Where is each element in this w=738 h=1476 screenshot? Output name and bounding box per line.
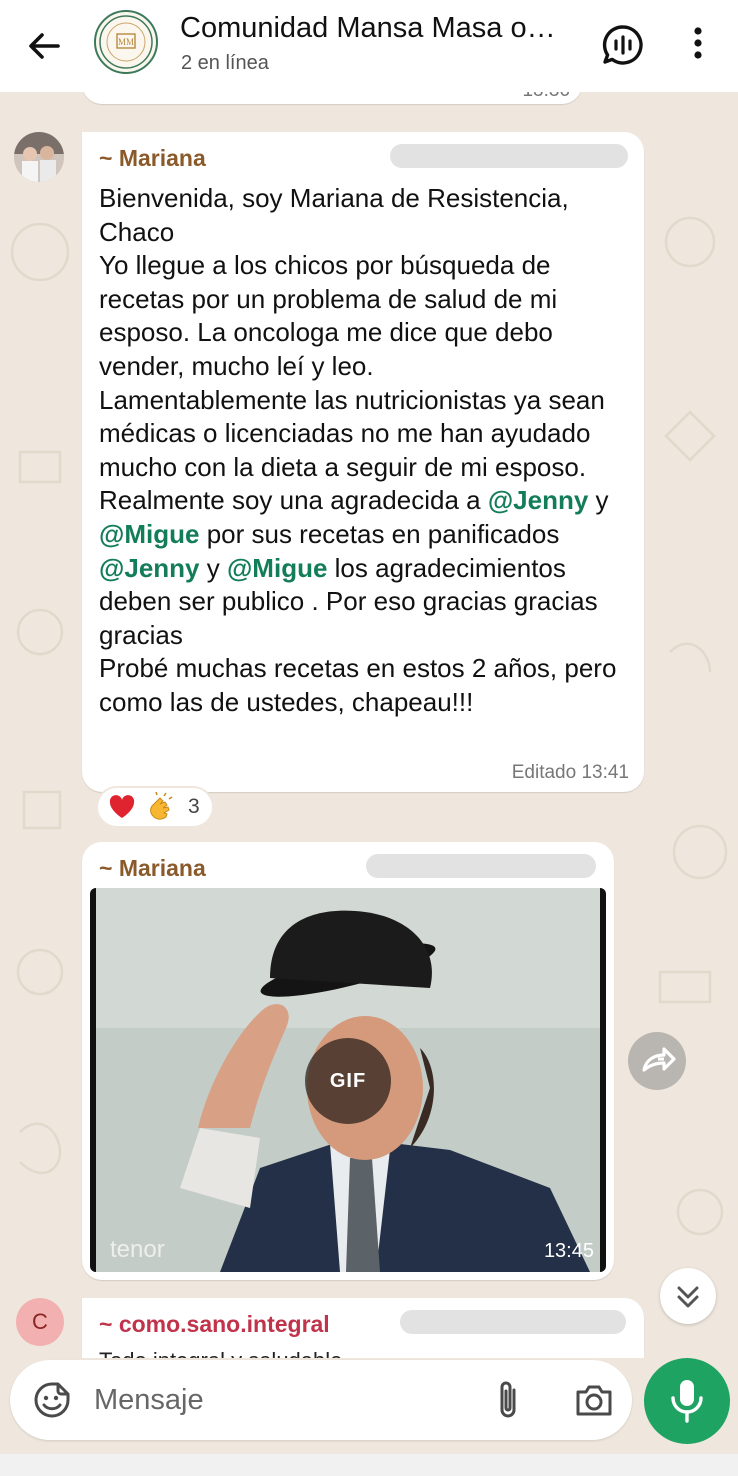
paperclip-icon[interactable] <box>488 1378 528 1422</box>
message-text-segment: y <box>588 485 609 516</box>
message-line: Probé muchas recetas en estos 2 años, pe… <box>99 653 617 717</box>
chat-title[interactable]: Comunidad Mansa Masa o… <box>180 12 556 45</box>
clapping-hands-icon <box>150 792 173 820</box>
mention-jenny[interactable]: @Jenny <box>488 485 589 515</box>
message-text: Bienvenida, soy Mariana de Resistencia, … <box>99 182 639 720</box>
camera-icon[interactable] <box>572 1378 616 1422</box>
compose-bar <box>0 1358 738 1476</box>
group-avatar[interactable]: MM <box>94 10 158 74</box>
sender-name[interactable]: ~ Mariana <box>99 145 206 172</box>
system-nav-bar <box>0 1454 738 1476</box>
mention-jenny[interactable]: @Jenny <box>99 553 200 583</box>
sender-name[interactable]: ~ como.sano.integral <box>99 1311 330 1338</box>
message-time: 13:45 <box>543 1240 594 1262</box>
message-line: Lamentablemente las nutricionistas ya se… <box>99 384 605 482</box>
group-logo-icon: MM <box>99 15 153 69</box>
voice-message-button[interactable] <box>644 1358 730 1444</box>
message-text-segment: y <box>199 552 227 583</box>
message-bubble[interactable]: ~ como.sano.integral Todo integral y sal… <box>82 1298 644 1358</box>
online-status: 2 en línea <box>181 52 269 74</box>
message-text-segment: Realmente soy una agradecida a <box>99 485 488 516</box>
gif-play-badge[interactable]: GIF <box>305 1038 391 1124</box>
scroll-to-bottom-button[interactable] <box>660 1268 716 1324</box>
sender-phone-redacted <box>366 854 596 878</box>
message-line: Bienvenida, soy Mariana de Resistencia, … <box>99 183 569 247</box>
sender-phone-redacted <box>400 1310 626 1334</box>
edited-timestamp: Editado 13:41 <box>511 762 629 783</box>
sender-avatar[interactable] <box>14 132 64 182</box>
gif-media[interactable]: GIF tenor 13:45 <box>90 888 606 1272</box>
microphone-icon <box>671 1380 703 1423</box>
heart-icon <box>109 795 135 818</box>
message-line: Yo llegue a los chicos por búsqueda de r… <box>99 250 558 381</box>
reactions-pill[interactable]: 3 <box>96 786 214 828</box>
avatar-photo-icon <box>14 132 64 182</box>
chat-header: MM Comunidad Mansa Masa o… 2 en línea <box>0 0 738 92</box>
sender-name[interactable]: ~ Mariana <box>99 855 206 882</box>
forward-button[interactable] <box>628 1032 686 1090</box>
sender-avatar[interactable]: C <box>16 1298 64 1346</box>
message-text-segment: por sus recetas en panificados <box>199 518 560 549</box>
back-arrow-icon[interactable] <box>20 22 68 70</box>
mention-migue[interactable]: @Migue <box>99 519 199 549</box>
message-input[interactable] <box>94 1378 474 1422</box>
chat-area[interactable]: 13:36 ~ Mariana Bienvenida, soy Mariana … <box>0 92 738 1358</box>
voice-chat-icon[interactable] <box>600 22 646 68</box>
svg-text:MM: MM <box>118 37 134 47</box>
double-chevron-down-icon <box>677 1286 699 1308</box>
forward-icon <box>642 1047 676 1072</box>
sticker-icon[interactable] <box>32 1380 72 1420</box>
message-time: 13:36 <box>522 92 570 102</box>
message-input-container[interactable] <box>10 1360 632 1440</box>
previous-message-bubble[interactable]: 13:36 <box>82 92 582 104</box>
tenor-watermark: tenor <box>110 1236 165 1263</box>
message-bubble[interactable]: ~ Mariana Bienvenida, soy Mariana de Res… <box>82 132 644 792</box>
reaction-count: 3 <box>188 795 200 818</box>
message-text: Todo integral y saludable <box>99 1348 342 1358</box>
sender-phone-redacted <box>390 144 628 168</box>
gif-message-bubble[interactable]: ~ Mariana GIF tenor 13:45 <box>82 842 614 1280</box>
mention-migue[interactable]: @Migue <box>227 553 327 583</box>
more-options-icon[interactable] <box>682 22 714 68</box>
